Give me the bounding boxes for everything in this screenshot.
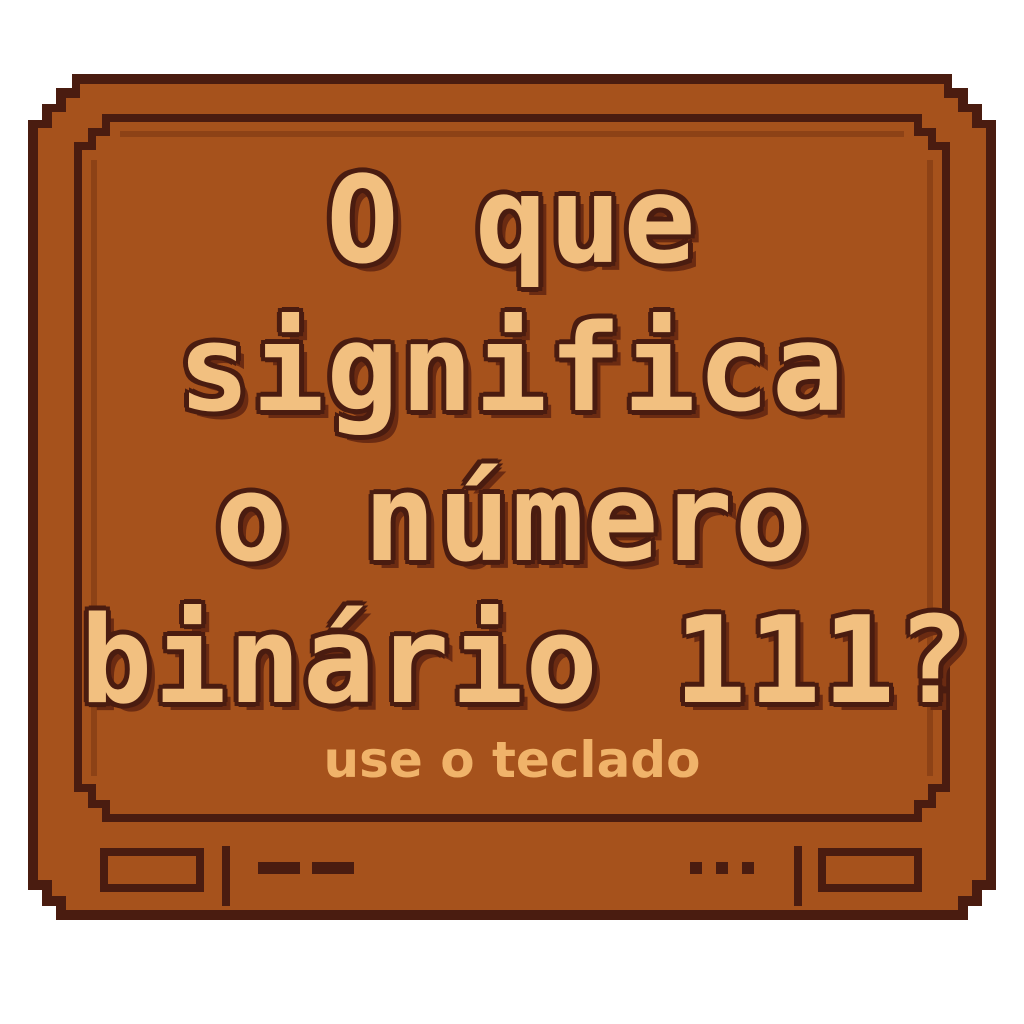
keyboard-hint: use o teclado — [323, 731, 701, 789]
question-line-2: significa — [177, 300, 847, 439]
dash-icon-2 — [312, 862, 354, 874]
dash-icon-1 — [258, 862, 300, 874]
question-line-1: O que — [326, 152, 698, 291]
question-line-3: o número — [215, 450, 809, 589]
dot-icon-1 — [690, 862, 702, 874]
dot-icon-3 — [742, 862, 754, 874]
dot-icon-2 — [716, 862, 728, 874]
question-line-4: binário 111? — [80, 592, 971, 731]
game-screen: O que significa o número binário 111? us… — [0, 0, 1024, 1024]
